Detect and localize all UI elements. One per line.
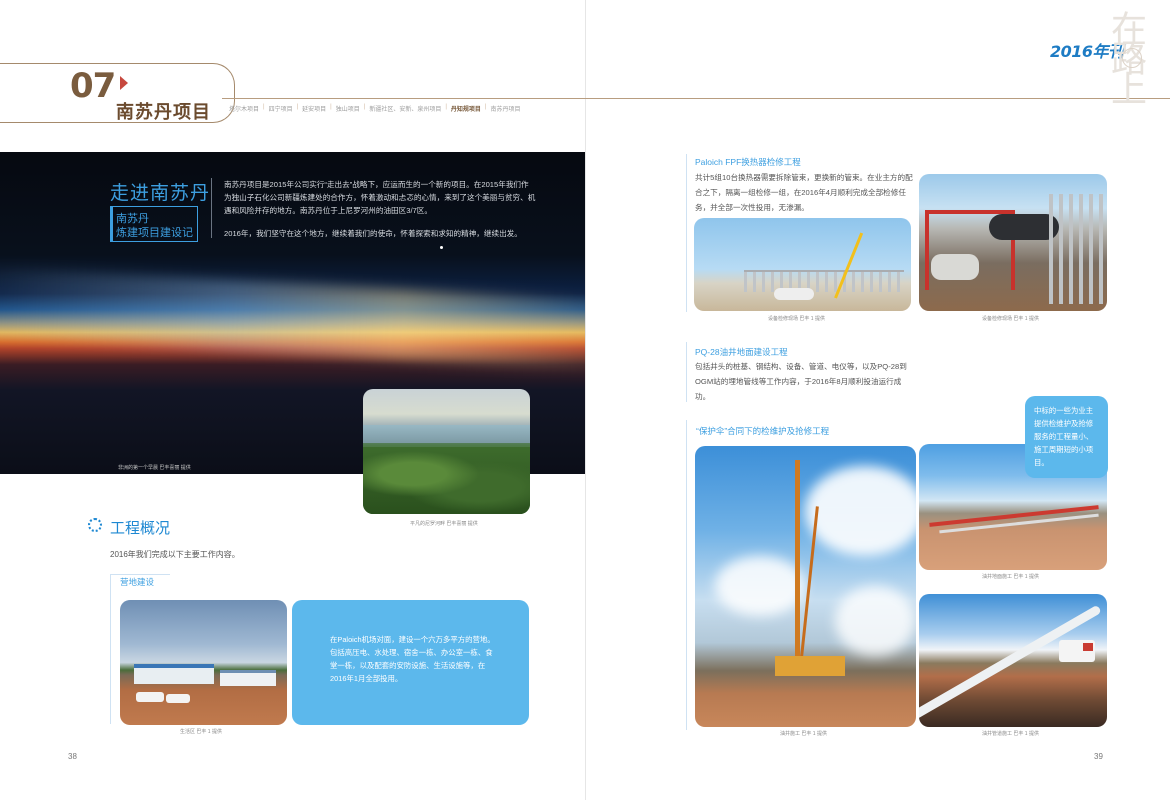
block1-rule: [686, 154, 687, 312]
camp-caption: 生活区 巴丰 1 提供: [180, 729, 222, 735]
hero-paragraph-1: 南苏丹项目是2015年公司实行“走出去”战略下，应运而生的一个新的项目。在201…: [224, 180, 536, 215]
nav-separator: |: [484, 104, 487, 110]
seal-icon: [1122, 48, 1142, 68]
rig-mast-shape: [795, 460, 800, 670]
magazine-spread: 07 南苏丹项目 塔尔木项目 | 四宁项目 | 延安项目 | 独山项目 | 新疆社区、安…: [0, 0, 1171, 800]
nav-item[interactable]: 新疆社区、安新、泉州项目: [369, 104, 441, 113]
block1-title: Paloich FPF换热器检修工程: [695, 157, 801, 167]
header-rule: [222, 98, 1170, 99]
nav-separator: |: [296, 104, 299, 110]
pipeline-shape: [919, 604, 1102, 723]
cloud-shape: [805, 466, 916, 556]
nav-item-active[interactable]: 丹知规项目: [451, 104, 481, 113]
pipe-caption: 油井管道施工 巴丰 1 提供: [982, 731, 1039, 737]
chapter-title: 南苏丹项目: [116, 102, 211, 122]
hero-caption: 非洲的第一个早晨 巴丰喜丽 提供: [118, 465, 191, 471]
block2-title: PQ-28油井地面建设工程: [695, 347, 788, 357]
sub-title-camp: 营地建设: [120, 577, 155, 587]
hero-subtitle-line2: 炼建项目建设记: [116, 227, 193, 239]
block1-caption-1: 设备检修现场 巴丰 1 提供: [768, 316, 825, 322]
nav-separator: |: [363, 104, 366, 110]
page-spine: [585, 0, 586, 800]
horizon-glow: [0, 266, 585, 372]
nile-river-photo: [363, 389, 530, 514]
cloud-shape: [715, 556, 805, 616]
page-number-left: 38: [68, 752, 77, 761]
block1-text: 共计5组10台换热器需要拆除管束，更换新的管束。在业主方的配合之下，隔离一组检修…: [695, 173, 913, 212]
tank-shape: [931, 254, 979, 280]
project-nav: 塔尔木项目 | 四宁项目 | 延安项目 | 独山项目 | 新疆社区、安新、泉州项目 | 丹…: [229, 104, 520, 113]
nav-separator: |: [330, 104, 332, 110]
pipes-shape: [1049, 194, 1105, 304]
camp-info-text: 在Paloich机场对面，建设一个六万多平方的营地。包括高压电、水处理、宿舍一栋…: [330, 635, 495, 683]
truck-shape: [1059, 640, 1095, 662]
section-title: 工程概况: [110, 520, 171, 537]
block2-rule: [686, 342, 687, 402]
block2-text: 包括井头的桩基、钢结构、设备、管道、电仪等，以及PQ-28到OGM站的埋地管线等…: [695, 362, 907, 401]
nav-item[interactable]: 塔尔木项目: [229, 104, 259, 113]
drilling-rig-photo: [695, 446, 916, 727]
building-shape: [134, 664, 214, 684]
pipe-rack-shape: [744, 270, 904, 292]
nav-item[interactable]: 南苏丹项目: [490, 104, 520, 113]
building-shape: [220, 670, 276, 686]
vehicle-shape: [136, 692, 164, 702]
tank-shape: [774, 288, 814, 300]
river-caption: 平凡的尼罗河畔 巴丰喜丽 提供: [410, 521, 478, 527]
rig-caption: 油井施工 巴丰 1 提供: [780, 731, 827, 737]
section-ring-icon: [88, 518, 102, 532]
section-intro: 2016年我们完成以下主要工作内容。: [110, 550, 240, 559]
camp-photo: [120, 600, 287, 725]
chapter-arrow-icon: [120, 76, 128, 90]
nav-item[interactable]: 四宁项目: [269, 104, 293, 113]
vehicle-shape: [166, 694, 190, 703]
field-caption: 油井地面施工 巴丰 1 提供: [982, 574, 1039, 580]
star-dot: [440, 246, 443, 249]
hero-paragraph-2: 2016年，我们坚守在这个地方，继续着我们的使命，怀着探索和求知的精神，继续出发…: [224, 229, 522, 238]
nav-item[interactable]: 延安项目: [302, 104, 326, 113]
block3-title: “保护伞”合同下的检维护及抢修工程: [696, 426, 830, 436]
sub-title-rule: [110, 574, 170, 575]
heat-exchanger-site-photo: [694, 218, 911, 311]
block1-caption-2: 设备检修现场 巴丰 1 提供: [982, 316, 1039, 322]
rig-base-shape: [775, 656, 845, 676]
exchanger-repair-photo: [919, 174, 1107, 311]
page-number-right: 39: [1094, 752, 1103, 761]
nav-separator: |: [263, 104, 265, 110]
sub-title-rule-vertical: [110, 574, 111, 724]
hero-title: 走进南苏丹: [110, 183, 211, 204]
nav-item[interactable]: 独山项目: [336, 104, 360, 113]
nav-separator: |: [445, 104, 447, 110]
maintenance-info-text: 中标的一些为业主提供检维护及抢修服务的工程量小、施工周期短的小项目。: [1034, 406, 1094, 467]
block3-rule: [686, 420, 687, 730]
hero-divider: [211, 178, 212, 238]
pipeline-photo: [919, 594, 1107, 727]
chapter-number: 07: [70, 66, 116, 106]
cloud-shape: [835, 586, 915, 656]
